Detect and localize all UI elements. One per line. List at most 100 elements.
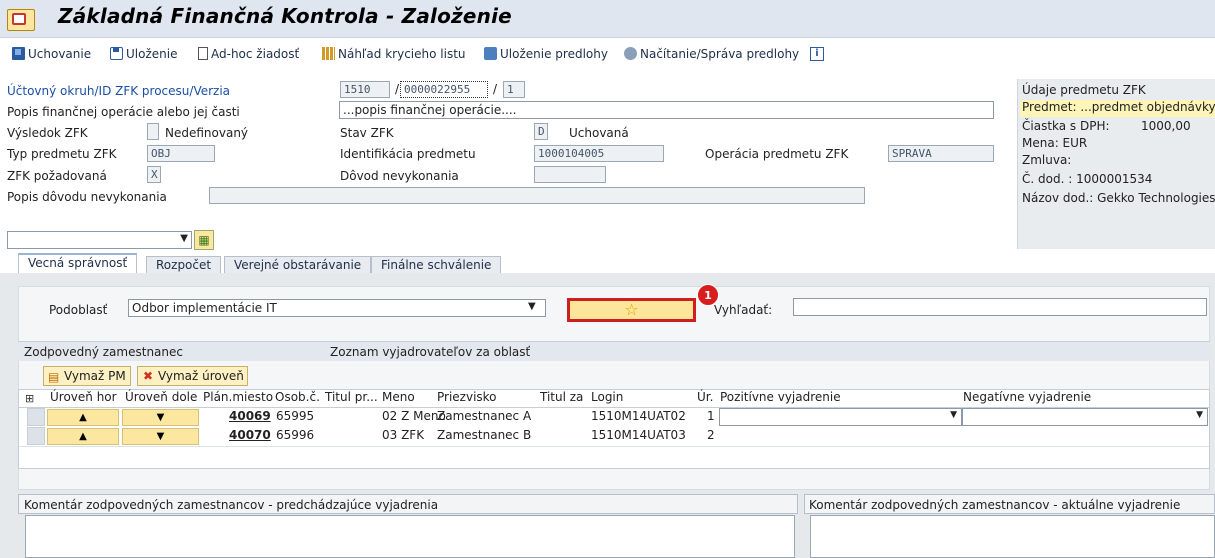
chevron-down-icon: ▼ (1196, 410, 1203, 420)
employee-section-label: Zodpovedný zamestnanec (24, 345, 183, 359)
cover-preview-button[interactable]: Náhľad krycieho listu (322, 45, 466, 62)
current-comment-label: Komentár zodpovedných zamestnancov - akt… (809, 498, 1181, 512)
required-field: X (147, 166, 161, 183)
current-comment-box[interactable] (810, 515, 1215, 558)
col-login[interactable]: Login (591, 390, 623, 408)
personal-no: 65995 (276, 409, 315, 423)
star-icon: ☆ (624, 300, 639, 319)
status-value: Uchovaná (569, 126, 629, 140)
save-button[interactable]: Uloženie (110, 45, 177, 62)
load-template-label: Načítanie/Správa predlohy (640, 46, 800, 61)
layout-manage-icon[interactable]: ▦ (194, 230, 214, 250)
positive-select[interactable]: ▼ (719, 408, 962, 426)
name-cell: 03 ZFK (382, 428, 425, 442)
list-label: Zoznam vyjadrovateľov za oblasť (330, 345, 531, 359)
adhoc-label: Ad-hoc žiadosť (211, 46, 300, 61)
col-level[interactable]: Úr. (697, 390, 713, 408)
delete-pm-icon: ▤ (48, 370, 60, 384)
document-icon (198, 47, 208, 60)
prev-comment-box[interactable] (25, 515, 795, 558)
supplier-name: Názov dod.: Gekko Technologies (1022, 191, 1215, 205)
col-level-down[interactable]: Úroveň dole (125, 390, 197, 408)
favorite-star-button[interactable]: ☆ (567, 298, 696, 322)
load-template-button[interactable]: Načítanie/Správa predlohy (624, 45, 799, 62)
row-selector[interactable] (27, 408, 45, 426)
info-icon: i (810, 46, 824, 61)
search-label: Vyhľadať: (714, 303, 773, 317)
store-icon (12, 47, 25, 60)
chevron-down-icon: ▼ (180, 233, 188, 244)
col-negative[interactable]: Negatívne vyjadrenie (963, 390, 1091, 408)
ident-field: 1000104005 (534, 145, 664, 162)
type-field: OBJ (147, 145, 215, 162)
delete-level-label: Vymaž úroveň (158, 369, 244, 383)
chevron-down-icon: ▼ (950, 410, 957, 420)
description-label: Popis finančnej operácie alebo jej časti (7, 105, 240, 119)
tab-vecna-spravnost[interactable]: Vecná správnosť (18, 253, 138, 274)
result-code-field (147, 123, 159, 140)
info-button[interactable]: i (810, 45, 824, 62)
subarea-dropdown-icon[interactable]: ▼ (528, 301, 536, 312)
supplier-number: Č. dod. : 1000001534 (1022, 172, 1153, 186)
subarea-label: Podoblasť (49, 303, 108, 317)
save-template-button[interactable]: Uloženie predlohy (484, 45, 608, 62)
col-surname[interactable]: Priezvisko (437, 390, 497, 408)
table-settings-icon[interactable]: ⊞ (25, 392, 34, 405)
process-label[interactable]: Účtovný okruh/ID ZFK procesu/Verzia (7, 84, 230, 98)
level-down-button[interactable]: ▼ (122, 428, 199, 445)
delete-level-button[interactable]: ✖ Vymaž úroveň (137, 366, 248, 386)
negative-select[interactable]: ▼ (962, 408, 1208, 426)
login-cell: 1510M14UAT02 (591, 409, 686, 423)
level-up-button[interactable]: ▲ (47, 409, 119, 426)
reason-desc-label: Popis dôvodu nevykonania (7, 190, 167, 204)
search-input[interactable] (793, 298, 1207, 316)
version-field: 1 (503, 81, 525, 98)
subject-panel-title: Údaje predmetu ZFK (1022, 83, 1146, 97)
ident-label: Identifikácia predmetu (340, 147, 476, 161)
subject-value: Predmet: ...predmet objednávky (1022, 100, 1215, 114)
level-cell: 1 (707, 409, 715, 423)
col-positive[interactable]: Pozitívne vyjadrenie (720, 390, 841, 408)
plan-place-link[interactable]: 40070 (229, 427, 271, 445)
amount-value: 1000,00 (1141, 119, 1191, 133)
store-label: Uchovanie (28, 46, 92, 61)
subarea-select[interactable]: Odbor implementácie IT (128, 299, 546, 317)
level-down-button[interactable]: ▼ (122, 409, 199, 426)
operation-label: Operácia predmetu ZFK (705, 147, 849, 161)
personal-no: 65996 (276, 428, 315, 442)
tab-verejne-obstaravanie[interactable]: Verejné obstarávanie (224, 256, 372, 274)
delete-pm-button[interactable]: ▤ Vymaž PM (43, 366, 131, 386)
separator-1: / (395, 82, 400, 96)
layout-select[interactable]: ▼ (7, 231, 192, 249)
app-menu-icon[interactable] (7, 9, 35, 31)
subject-row: Predmet: ...predmet objednávky (1020, 100, 1215, 117)
login-cell: 1510M14UAT03 (591, 428, 686, 442)
reason-desc-field (209, 187, 865, 204)
subject-panel: Údaje predmetu ZFK Predmet: ...predmet o… (1017, 79, 1215, 249)
row-selector[interactable] (27, 427, 45, 445)
separator-2: / (493, 82, 498, 96)
delete-pm-label: Vymaž PM (64, 369, 126, 383)
col-title-after[interactable]: Titul za (540, 390, 583, 408)
company-code-field: 1510 (340, 81, 390, 98)
col-personal-no[interactable]: Osob.č. (275, 390, 320, 408)
delete-icon: ✖ (143, 369, 154, 383)
reason-label: Dôvod nevykonania (340, 169, 459, 183)
tab-finalne-schvalenie[interactable]: Finálne schválenie (371, 256, 502, 274)
result-label: Výsledok ZFK (7, 126, 88, 140)
toolbar: Uchovanie Uloženie Ad-hoc žiadosť Náhľad… (0, 38, 1215, 68)
col-level-up[interactable]: Úroveň hor (50, 390, 117, 408)
tab-rozpocet[interactable]: Rozpočet (146, 256, 222, 274)
plan-place-link[interactable]: 40069 (229, 408, 271, 426)
process-id-field[interactable]: 0000022955 (400, 81, 488, 98)
save-label: Uloženie (126, 46, 178, 61)
col-plan-place[interactable]: Plán.miesto (203, 390, 273, 408)
col-name[interactable]: Meno (382, 390, 415, 408)
store-button[interactable]: Uchovanie (12, 45, 91, 62)
level-cell: 2 (707, 428, 715, 442)
type-label: Typ predmetu ZFK (7, 147, 117, 161)
description-input[interactable]: ...popis finančnej operácie.... (339, 101, 994, 119)
adhoc-request-button[interactable]: Ad-hoc žiadosť (198, 45, 299, 62)
level-up-button[interactable]: ▲ (47, 428, 119, 445)
col-title-before[interactable]: Titul pr... (325, 390, 378, 408)
